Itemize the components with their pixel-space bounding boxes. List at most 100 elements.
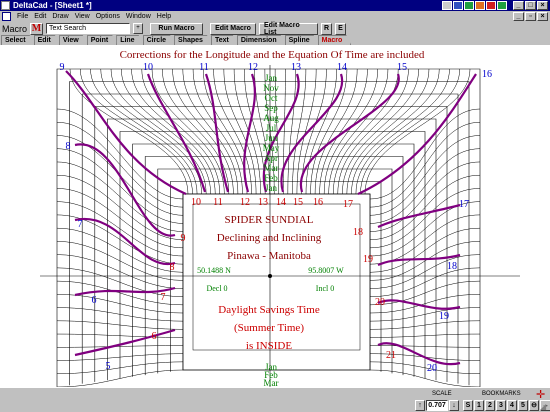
- drawing-canvas[interactable]: Jan Nov Oct Sep Aug Jul Jun May Apr Mar Feb Jan Jan F…: [0, 45, 550, 387]
- title-line: SPIDER SUNDIAL: [225, 214, 314, 226]
- document-icon[interactable]: [2, 12, 11, 21]
- outer-hour-label: 10: [143, 62, 153, 73]
- resize-grip-icon: ◢: [540, 402, 547, 411]
- outer-hour-label: 7: [78, 219, 83, 230]
- header-text: Corrections for the Longitude and the Eq…: [120, 49, 425, 61]
- hour-curve: [74, 328, 176, 357]
- tab-dimension[interactable]: Dimension: [237, 35, 286, 45]
- hour-curve: [204, 73, 230, 193]
- macro-toolbar: Macro M Text Search + Run Macro Edit Mac…: [0, 22, 550, 36]
- tool-tabs: Select Edit View Point Line Circle Shape…: [0, 35, 550, 45]
- tab-point[interactable]: Point: [87, 35, 118, 45]
- tab-circle[interactable]: Circle: [143, 35, 175, 45]
- bookmark-3-button[interactable]: 3: [496, 400, 506, 411]
- bookmark-4-button[interactable]: 4: [507, 400, 517, 411]
- tray-icon[interactable]: [497, 1, 507, 10]
- macro-m-icon[interactable]: M: [30, 22, 44, 35]
- taskbar-tray: [442, 1, 507, 10]
- tab-line[interactable]: Line: [116, 35, 143, 45]
- date-label: Feb: [264, 173, 278, 183]
- date-label: May: [263, 143, 280, 153]
- tab-spline[interactable]: Spline: [285, 35, 319, 45]
- outer-hour-label: 13: [291, 62, 301, 73]
- macro-select-input[interactable]: Text Search: [46, 23, 131, 34]
- tab-edit[interactable]: Edit: [34, 35, 60, 45]
- gnomon-point: [268, 274, 272, 278]
- date-label: Aug: [263, 113, 279, 123]
- menu-draw[interactable]: Draw: [49, 12, 71, 22]
- window-title: DeltaCad - [Sheet1 *]: [13, 1, 92, 10]
- tray-icon[interactable]: [486, 1, 496, 10]
- tab-view[interactable]: View: [59, 35, 88, 45]
- tab-shapes[interactable]: Shapes: [174, 35, 212, 45]
- menu-bar: File Edit Draw View Options Window Help …: [0, 11, 550, 22]
- decl-label: Decl 0: [206, 284, 227, 293]
- tab-macro[interactable]: Macro: [318, 35, 352, 45]
- menu-edit[interactable]: Edit: [31, 12, 49, 22]
- e-button[interactable]: E: [335, 22, 347, 35]
- scale-down-button[interactable]: ↓: [449, 400, 459, 411]
- edit-macro-list-button[interactable]: Edit Macro List: [259, 22, 319, 36]
- hour-curve: [65, 70, 187, 196]
- bookmarks-label: BOOKMARKS: [482, 391, 521, 397]
- inner-hour-label: 21: [386, 350, 396, 361]
- doc-restore-button[interactable]: ▫: [525, 12, 536, 21]
- inner-hour-label: 15: [293, 197, 303, 208]
- bookmark-1-button[interactable]: 1: [474, 400, 484, 411]
- minimize-button[interactable]: _: [513, 1, 524, 10]
- outer-hour-label: 14: [337, 62, 347, 73]
- scale-label: SCALE: [432, 391, 452, 397]
- date-label: Sep: [264, 103, 278, 113]
- inner-hour-label: 11: [213, 197, 223, 208]
- menu-window[interactable]: Window: [123, 12, 154, 22]
- inner-hour-label: 19: [363, 254, 373, 265]
- tray-icon[interactable]: [453, 1, 463, 10]
- outer-hour-label: 6: [92, 295, 97, 306]
- doc-close-button[interactable]: ×: [537, 12, 548, 21]
- sundial-drawing: JanNovOctSepAugJulJunMayAprMarFebJanJanF…: [40, 49, 520, 387]
- hour-curve: [146, 73, 207, 193]
- inner-hour-label: 6: [152, 331, 157, 342]
- maximize-button[interactable]: □: [525, 1, 536, 10]
- run-macro-button[interactable]: Run Macro: [150, 22, 204, 35]
- macro-label: Macro: [2, 23, 28, 34]
- outer-hour-label: 12: [248, 62, 258, 73]
- tray-icon[interactable]: [464, 1, 474, 10]
- edit-macro-button[interactable]: Edit Macro: [210, 22, 257, 35]
- date-label: Nov: [263, 83, 279, 93]
- tray-icon[interactable]: [442, 1, 452, 10]
- outer-hour-label: 17: [459, 199, 469, 210]
- menu-file[interactable]: File: [14, 12, 31, 22]
- close-button[interactable]: ×: [537, 1, 548, 10]
- zoom-out-icon[interactable]: ⊖: [529, 400, 539, 411]
- dst-line: (Summer Time): [234, 322, 304, 334]
- outer-hour-label: 9: [60, 62, 65, 73]
- tray-icon[interactable]: [475, 1, 485, 10]
- inner-hour-label: 12: [240, 197, 250, 208]
- hour-curve: [377, 299, 461, 310]
- scale-up-button[interactable]: ↑: [415, 400, 425, 411]
- longitude-label: 95.8007 W: [308, 266, 344, 275]
- menu-view[interactable]: View: [72, 12, 93, 22]
- inner-hour-label: 14: [276, 197, 286, 208]
- inner-hour-label: 18: [353, 227, 363, 238]
- bookmark-2-button[interactable]: 2: [485, 400, 495, 411]
- scale-value[interactable]: 0.707: [426, 400, 448, 411]
- bookmark-s-button[interactable]: S: [463, 400, 473, 411]
- dst-line: Daylight Savings Time: [218, 304, 320, 316]
- r-button[interactable]: R: [321, 22, 333, 35]
- inner-hour-label: 8: [170, 262, 175, 273]
- inner-hour-label: 17: [343, 199, 353, 210]
- date-label: Oct: [265, 93, 278, 103]
- menu-options[interactable]: Options: [93, 12, 123, 22]
- title-bar: DeltaCad - [Sheet1 *] _ □ ×: [0, 0, 550, 11]
- inner-hour-label: 7: [161, 292, 166, 303]
- dropdown-button[interactable]: +: [133, 23, 144, 34]
- bookmark-5-button[interactable]: 5: [518, 400, 528, 411]
- menu-help[interactable]: Help: [154, 12, 174, 22]
- tab-select[interactable]: Select: [1, 35, 35, 45]
- tab-text[interactable]: Text: [211, 35, 238, 45]
- doc-minimize-button[interactable]: _: [513, 12, 524, 21]
- dst-line: is INSIDE: [246, 340, 292, 352]
- outer-hour-label: 16: [482, 69, 492, 80]
